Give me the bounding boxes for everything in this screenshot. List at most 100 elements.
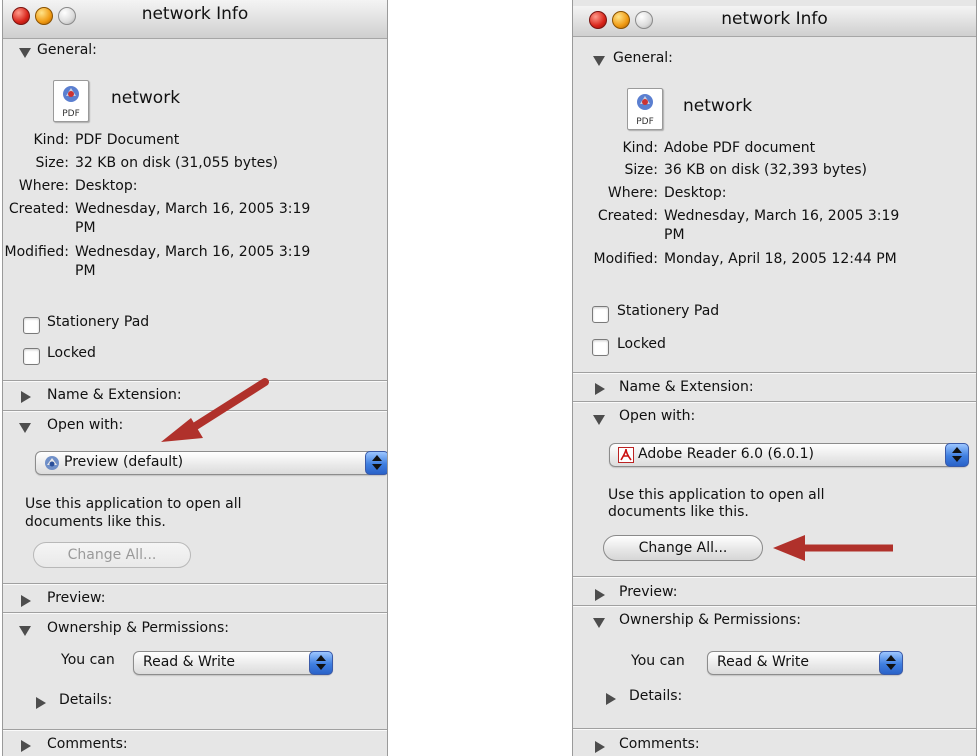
created-value: Wednesday, March 16, 2005 3:19: [75, 201, 311, 217]
size-label: Size:: [624, 162, 658, 178]
popup-stepper-icon: [879, 651, 903, 675]
divider: [3, 612, 387, 614]
stationery-pad-label: Stationery Pad: [617, 303, 720, 319]
divider: [3, 410, 387, 412]
size-value: 32 KB on disk (31,055 bytes): [75, 155, 278, 171]
title-bar[interactable]: network Info: [3, 0, 387, 39]
section-preview[interactable]: Preview:: [47, 590, 105, 606]
divider: [3, 380, 387, 382]
open-with-popup[interactable]: Preview (default): [35, 451, 387, 475]
disclosure-down-icon[interactable]: [19, 48, 31, 58]
divider: [573, 728, 976, 730]
modified-value-cont: PM: [75, 263, 96, 279]
created-label: Created:: [597, 208, 658, 224]
disclosure-right-icon[interactable]: [21, 391, 31, 403]
divider: [573, 576, 976, 578]
section-name-extension[interactable]: Name & Extension:: [47, 387, 182, 403]
divider: [573, 372, 976, 374]
disclosure-right-icon[interactable]: [21, 740, 31, 752]
modified-label: Modified:: [4, 244, 69, 260]
stationery-pad-checkbox[interactable]: [592, 306, 609, 323]
disclosure-right-icon[interactable]: [606, 693, 616, 705]
open-with-app: Adobe Reader 6.0 (6.0.1): [638, 446, 814, 462]
created-value-cont: PM: [75, 220, 96, 236]
locked-checkbox[interactable]: [592, 339, 609, 356]
adobe-reader-icon: [618, 447, 634, 463]
section-details[interactable]: Details:: [629, 688, 682, 704]
divider: [3, 583, 387, 585]
disclosure-right-icon[interactable]: [595, 589, 605, 601]
permission-value: Read & Write: [143, 654, 235, 670]
disclosure-down-icon[interactable]: [593, 618, 605, 628]
popup-stepper-icon: [945, 443, 969, 467]
stationery-pad-checkbox[interactable]: [23, 317, 40, 334]
created-value-cont: PM: [664, 227, 685, 243]
section-preview[interactable]: Preview:: [619, 584, 677, 600]
section-ownership[interactable]: Ownership & Permissions:: [619, 612, 801, 628]
section-details[interactable]: Details:: [59, 692, 112, 708]
created-label: Created:: [8, 201, 69, 217]
size-value: 36 KB on disk (32,393 bytes): [664, 162, 867, 178]
disclosure-down-icon[interactable]: [593, 415, 605, 425]
divider: [573, 401, 976, 403]
stationery-pad-label: Stationery Pad: [47, 314, 150, 330]
permission-popup[interactable]: Read & Write: [707, 651, 903, 675]
locked-label: Locked: [47, 345, 96, 361]
locked-label: Locked: [617, 336, 666, 352]
where-label: Where:: [18, 178, 69, 194]
where-value: Desktop:: [75, 178, 138, 194]
preview-app-icon: [45, 456, 59, 470]
open-with-popup[interactable]: Adobe Reader 6.0 (6.0.1): [609, 443, 969, 467]
info-window-right: network Info General: PDF network Kind: …: [572, 0, 977, 756]
annotation-arrow-icon: [773, 535, 893, 561]
you-can-label: You can: [631, 653, 685, 669]
modified-value: Wednesday, March 16, 2005 3:19: [75, 244, 311, 260]
section-open-with[interactable]: Open with:: [47, 417, 123, 433]
size-label: Size:: [35, 155, 69, 171]
disclosure-down-icon[interactable]: [19, 626, 31, 636]
where-label: Where:: [607, 185, 658, 201]
use-app-text: Use this application to open all: [25, 496, 242, 512]
disclosure-right-icon[interactable]: [595, 741, 605, 753]
permission-popup[interactable]: Read & Write: [133, 651, 333, 675]
popup-stepper-icon: [309, 651, 333, 675]
kind-label: Kind:: [622, 140, 658, 156]
divider: [3, 729, 387, 731]
open-with-app: Preview (default): [64, 454, 184, 470]
locked-checkbox[interactable]: [23, 348, 40, 365]
disclosure-right-icon[interactable]: [595, 383, 605, 395]
pdf-file-icon: PDF: [627, 88, 663, 130]
section-comments[interactable]: Comments:: [47, 736, 128, 752]
modified-value: Monday, April 18, 2005 12:44 PM: [664, 251, 897, 267]
modified-label: Modified:: [593, 251, 658, 267]
kind-value: Adobe PDF document: [664, 140, 816, 156]
window-title: network Info: [721, 9, 828, 29]
popup-stepper-icon: [365, 451, 387, 475]
divider: [573, 605, 976, 607]
use-app-text-cont: documents like this.: [25, 514, 166, 530]
section-name-extension[interactable]: Name & Extension:: [619, 379, 754, 395]
section-general[interactable]: General:: [37, 42, 97, 58]
kind-value: PDF Document: [75, 132, 180, 148]
created-value: Wednesday, March 16, 2005 3:19: [664, 208, 900, 224]
section-general[interactable]: General:: [613, 50, 673, 66]
file-name: network: [111, 88, 181, 108]
change-all-button[interactable]: Change All...: [603, 535, 763, 561]
disclosure-down-icon[interactable]: [19, 423, 31, 433]
section-open-with[interactable]: Open with:: [619, 408, 695, 424]
pdf-file-icon: PDF: [53, 80, 89, 122]
use-app-text: Use this application to open all: [608, 487, 825, 503]
where-value: Desktop:: [664, 185, 727, 201]
window-title: network Info: [141, 4, 249, 24]
permission-value: Read & Write: [717, 654, 809, 670]
section-comments[interactable]: Comments:: [619, 736, 700, 752]
you-can-label: You can: [61, 652, 115, 668]
title-bar[interactable]: network Info: [573, 6, 976, 37]
kind-label: Kind:: [33, 132, 69, 148]
file-name: network: [683, 96, 753, 116]
disclosure-right-icon[interactable]: [36, 697, 46, 709]
change-all-button[interactable]: Change All...: [33, 542, 191, 568]
disclosure-right-icon[interactable]: [21, 595, 31, 607]
section-ownership[interactable]: Ownership & Permissions:: [47, 620, 229, 636]
disclosure-down-icon[interactable]: [593, 56, 605, 66]
